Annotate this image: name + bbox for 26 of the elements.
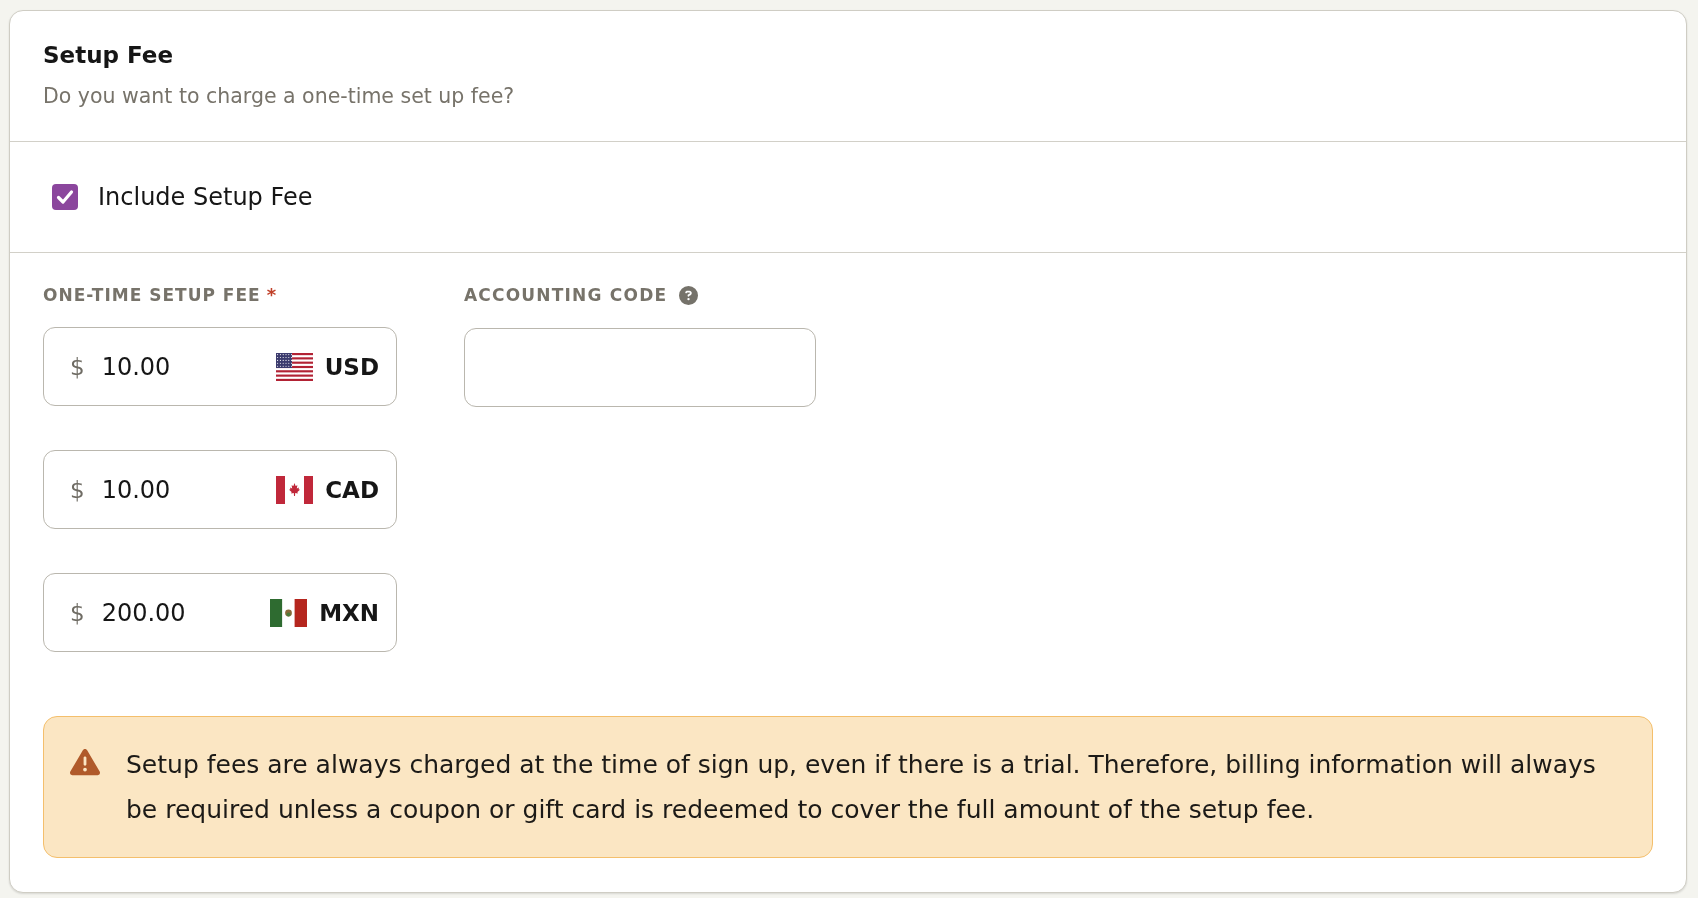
price-field[interactable]: $ 10.00 USD xyxy=(43,327,397,406)
currency-code: USD xyxy=(324,352,379,382)
checkbox-label: Include Setup Fee xyxy=(98,182,313,212)
checkbox[interactable] xyxy=(52,184,78,210)
section-title: Setup Fee xyxy=(43,41,173,70)
warning-icon xyxy=(68,747,102,777)
warning-text: Setup fees are always charged at the time of sign up, even if there is a trial. Therefore, billing information will always be required unless a coupon or gift card is redeemed to cover the full amount of the setup fee. xyxy=(126,749,1597,826)
field-label: ACCOUNTING CODE xyxy=(464,284,668,307)
price-field[interactable]: $ 200.00 MXN xyxy=(43,573,397,652)
amount-value: 200.00 xyxy=(101,597,187,628)
currency-symbol: $ xyxy=(70,598,85,628)
price-field[interactable]: $ 10.00 CAD xyxy=(43,450,397,529)
section-subtitle: Do you want to charge a one-time set up fee? xyxy=(43,83,515,110)
accounting-code-field[interactable] xyxy=(464,328,816,407)
currency-symbol: $ xyxy=(70,475,85,505)
currency-code: MXN xyxy=(319,598,379,628)
mexico-flag-icon xyxy=(270,598,308,627)
canada-flag-icon xyxy=(276,475,314,504)
field-label: ONE-TIME SETUP FEE xyxy=(43,284,261,307)
us-flag-icon xyxy=(275,352,313,381)
currency-code: CAD xyxy=(325,475,379,505)
amount-value: 10.00 xyxy=(101,351,172,382)
help-icon[interactable] xyxy=(679,285,699,305)
required-asterisk: * xyxy=(266,283,277,307)
amount-value: 10.00 xyxy=(101,474,172,505)
currency-symbol: $ xyxy=(70,352,85,382)
